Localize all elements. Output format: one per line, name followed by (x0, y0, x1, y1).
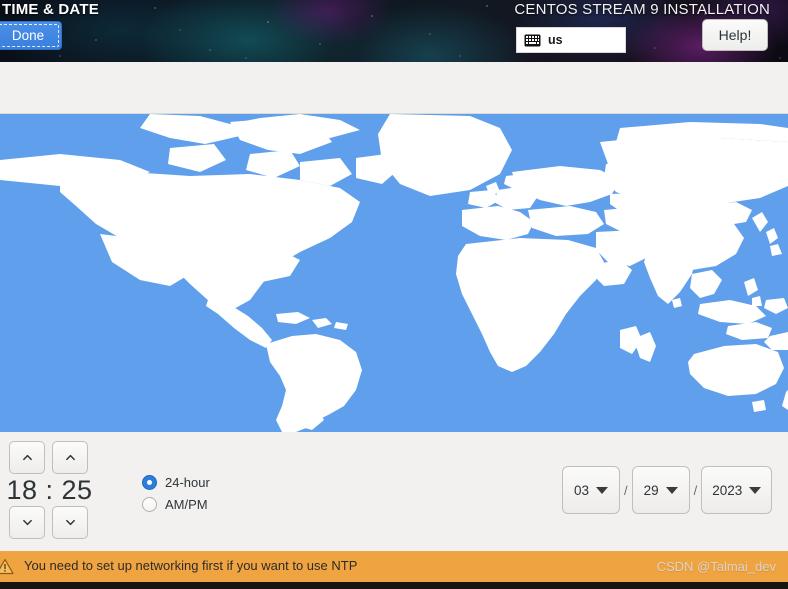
warning-bar: You need to set up networking first if y… (0, 551, 788, 582)
keyboard-icon (524, 34, 541, 46)
day-combobox[interactable]: 29 (631, 466, 690, 514)
chevron-down-icon (65, 519, 75, 526)
warning-message: You need to set up networking first if y… (24, 558, 358, 573)
warning-triangle-icon (0, 558, 14, 575)
chevron-down-icon (665, 486, 678, 494)
installer-header: TIME & DATE CENTOS STREAM 9 INSTALLATION… (0, 0, 788, 62)
radio-am-pm-label: AM/PM (165, 496, 208, 512)
product-title: CENTOS STREAM 9 INSTALLATION (514, 1, 770, 18)
month-combobox[interactable]: 03 (562, 466, 620, 514)
time-format-radio-group: 24-hour AM/PM (142, 471, 210, 515)
date-separator: / (624, 482, 628, 498)
hour-increment-button[interactable] (9, 441, 45, 474)
date-selector: 03 / 29 / 2023 (562, 466, 773, 514)
chevron-up-icon (65, 454, 75, 461)
date-separator: / (693, 482, 698, 498)
location-toolbar: egion: Asia City: Shanghai Network Time (0, 62, 788, 167)
chevron-up-icon (22, 454, 32, 461)
keyboard-layout-indicator[interactable]: us (516, 27, 626, 53)
minute-decrement-button[interactable] (52, 506, 88, 539)
footer-strip (0, 582, 788, 589)
month-value: 03 (573, 482, 590, 498)
chevron-down-icon (596, 486, 609, 494)
radio-24-hour[interactable]: 24-hour (142, 471, 210, 493)
chevron-down-icon (22, 519, 32, 526)
world-map-svg (0, 114, 788, 432)
done-button-label: Done (11, 28, 45, 43)
hour-decrement-button[interactable] (9, 506, 45, 539)
keyboard-layout-label: us (548, 33, 563, 47)
help-button[interactable]: Help! (702, 19, 768, 51)
radio-indicator (142, 474, 157, 490)
time-display: 18 : 25 (6, 475, 93, 505)
radio-indicator (142, 496, 157, 512)
year-combobox[interactable]: 2023 (701, 466, 773, 514)
radio-am-pm[interactable]: AM/PM (142, 493, 210, 515)
minute-increment-button[interactable] (52, 441, 88, 474)
page-title: TIME & DATE (2, 1, 99, 18)
radio-24-hour-label: 24-hour (165, 474, 210, 490)
year-value: 2023 (712, 482, 743, 498)
world-map[interactable] (0, 114, 788, 432)
time-and-date-spoke: TIME & DATE CENTOS STREAM 9 INSTALLATION… (0, 0, 788, 589)
help-button-label: Help! (718, 27, 752, 43)
watermark: CSDN @Talmai_dev (656, 559, 776, 574)
done-button[interactable]: Done (0, 21, 62, 50)
chevron-down-icon (749, 486, 762, 494)
day-value: 29 (643, 482, 659, 498)
